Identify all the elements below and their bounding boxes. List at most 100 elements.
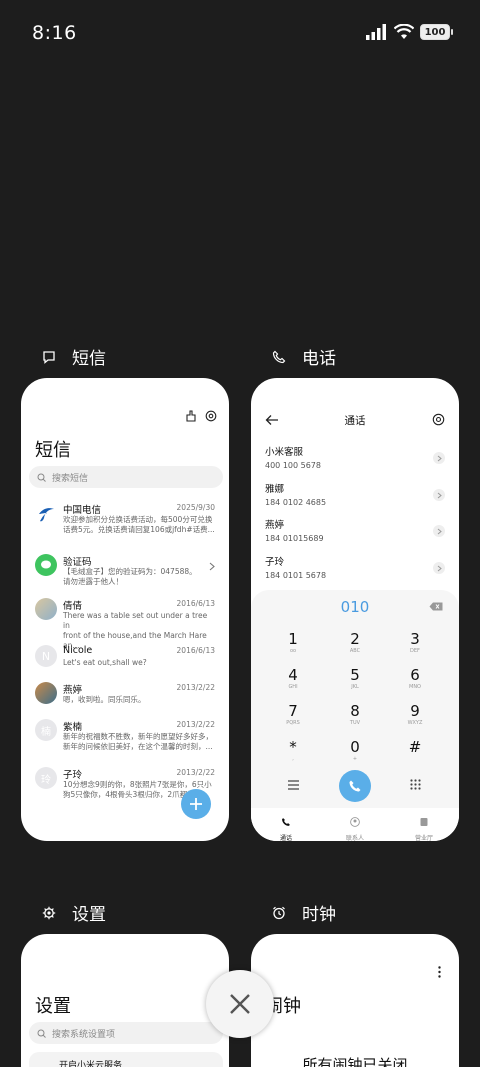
contact-row[interactable]: 子玲 184 0101 5678 <box>265 554 445 580</box>
menu-icon[interactable] <box>288 780 299 790</box>
dial-key-2[interactable]: 2 ABC <box>335 630 375 654</box>
contact-row[interactable]: 燕婷 184 01015689 <box>265 517 445 543</box>
message-sender: 紫楠 <box>63 722 83 733</box>
app-label-text: 电话 <box>302 349 336 369</box>
dial-key-3[interactable]: 3 DEF <box>395 630 435 654</box>
app-label-settings[interactable]: 设置 <box>40 900 106 925</box>
dial-key-8[interactable]: 8 TUV <box>335 702 375 726</box>
search-placeholder: 搜索系统设置项 <box>52 1029 116 1040</box>
dial-key-6[interactable]: 6 MNO <box>395 666 435 690</box>
phone-icon <box>349 780 361 792</box>
message-sender: 中国电信 <box>63 505 102 516</box>
dial-input[interactable]: 010 <box>251 598 459 616</box>
search-icon <box>37 473 46 482</box>
avatar: 楠 <box>35 719 57 741</box>
message-preview: 新年的祝福数不胜数，新年的愿望好多好多， 新年的问候依旧美好，在这个温馨的时刻，… <box>63 732 213 751</box>
backspace-icon[interactable] <box>429 602 443 611</box>
tab-contacts[interactable]: 联系人 <box>330 812 380 841</box>
search-input[interactable]: 搜索短信 <box>29 466 223 488</box>
plus-icon <box>190 798 202 810</box>
call-button[interactable] <box>339 770 371 802</box>
contact-number: 184 0101 5678 <box>265 571 327 580</box>
message-date: 2013/2/22 <box>176 768 215 777</box>
avatar: N <box>35 645 57 667</box>
sms-toolbar <box>185 410 217 422</box>
contact-row[interactable]: 小米客服 400 100 5678 <box>265 444 445 470</box>
phone-header: 通话 <box>251 410 459 430</box>
message-sender: Nicole <box>63 645 93 656</box>
contact-name: 子玲 <box>265 557 285 568</box>
avatar <box>35 554 57 576</box>
dial-key-5[interactable]: 5 JKL <box>335 666 375 690</box>
message-preview: 【毛绒盒子】您的验证码为：047588。 请勿泄露于他人！ <box>63 567 197 586</box>
contacts-icon <box>350 817 360 827</box>
app-label-clock[interactable]: 时钟 <box>270 900 336 925</box>
app-label-phone[interactable]: 电话 <box>270 344 336 369</box>
status-icons: 100 <box>366 24 453 40</box>
sms-card[interactable]: 短信 搜索短信 中国电信 2025/9/30 欢迎参加积分兑换话费活动，每500… <box>21 378 229 841</box>
gear-icon <box>40 904 58 922</box>
chevron-right-icon <box>433 489 445 501</box>
dial-key-star[interactable]: *, <box>273 738 313 762</box>
contact-number: 184 01015689 <box>265 534 324 543</box>
tab-store[interactable]: 营业厅 <box>399 812 449 841</box>
battery-icon: 100 <box>420 24 453 40</box>
empty-state-text: 所有闹钟已关闭 <box>302 1056 408 1067</box>
message-date: 2013/2/22 <box>176 683 215 692</box>
contact-name: 燕婷 <box>265 520 285 531</box>
dial-key-0[interactable]: 0 + <box>335 738 375 762</box>
contact-number: 184 0102 4685 <box>265 498 327 507</box>
settings-gear-icon[interactable] <box>205 410 217 422</box>
dial-key-9[interactable]: 9 WXYZ <box>395 702 435 726</box>
signal-icon <box>366 24 386 40</box>
phone-card[interactable]: 通话 小米客服 400 100 5678 雅娜 184 0102 4685 燕婷… <box>251 378 459 841</box>
message-date: 2025/9/30 <box>176 503 215 512</box>
dial-key-4[interactable]: 4 GHI <box>273 666 313 690</box>
contact-name: 雅娜 <box>265 484 285 495</box>
bottom-nav: 通话 联系人 营业厅 <box>251 808 459 841</box>
clear-all-button[interactable] <box>206 970 274 1038</box>
phone-icon <box>282 818 290 826</box>
page-title: 短信 <box>35 440 71 461</box>
message-preview: Let's eat out,shall we? <box>63 658 147 667</box>
page-title: 通话 <box>344 415 366 427</box>
dial-key-1[interactable]: 1 oo <box>273 630 313 654</box>
status-time: 8:16 <box>32 22 77 44</box>
status-bar: 8:16 100 <box>0 0 480 64</box>
settings-card[interactable]: 设置 搜索系统设置项 开启小米云服务 <box>21 934 229 1067</box>
message-sender: 倩倩 <box>63 601 83 612</box>
clock-card[interactable]: 闹钟 所有闹钟已关闭 <box>251 934 459 1067</box>
more-menu-icon[interactable] <box>438 966 441 978</box>
app-label-text: 短信 <box>72 349 106 369</box>
dial-key-7[interactable]: 7 PQRS <box>273 702 313 726</box>
settings-gear-icon[interactable] <box>432 413 445 426</box>
clean-icon[interactable] <box>185 410 197 422</box>
message-icon <box>40 348 58 366</box>
contact-name: 小米客服 <box>265 447 304 458</box>
avatar: 玲 <box>35 767 57 789</box>
chevron-right-icon <box>433 562 445 574</box>
app-label-sms[interactable]: 短信 <box>40 344 106 369</box>
keypad-icon[interactable] <box>410 779 421 790</box>
settings-row-cloud[interactable]: 开启小米云服务 <box>29 1052 223 1067</box>
search-icon <box>37 1029 46 1038</box>
new-message-button[interactable] <box>181 789 211 819</box>
avatar <box>35 682 57 704</box>
app-label-text: 设置 <box>72 905 106 925</box>
tab-label: 联系人 <box>345 835 364 841</box>
chevron-right-icon <box>433 525 445 537</box>
tab-calls[interactable]: 通话 <box>261 812 311 841</box>
dial-pad: 010 1 oo 2 ABC 3 DEF 4 GHI 5 JKL 6 MNO 7 PQRS 8… <box>251 590 459 841</box>
close-icon <box>230 994 250 1014</box>
contact-row[interactable]: 雅娜 184 0102 4685 <box>265 481 445 507</box>
avatar <box>35 598 57 620</box>
avatar <box>35 502 57 524</box>
tab-label: 通话 <box>279 835 292 841</box>
message-sender: 验证码 <box>63 557 92 568</box>
chevron-right-icon <box>433 452 445 464</box>
page-title: 设置 <box>35 996 71 1017</box>
contact-number: 400 100 5678 <box>265 461 321 470</box>
search-input[interactable]: 搜索系统设置项 <box>29 1022 223 1044</box>
alarm-clock-icon <box>270 904 288 922</box>
dial-key-hash[interactable]: # <box>395 738 435 756</box>
